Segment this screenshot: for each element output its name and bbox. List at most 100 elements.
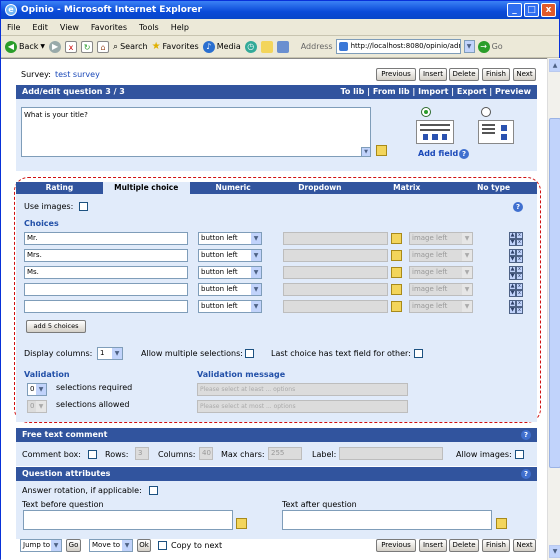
maximize-button[interactable]: □ <box>524 3 539 17</box>
choice-image-input[interactable] <box>283 283 388 296</box>
survey-name-link[interactable]: test survey <box>55 70 100 79</box>
forward-arrow-icon[interactable]: ▶ <box>49 40 62 53</box>
last-choice-text-checkbox[interactable] <box>414 349 423 358</box>
jump-go-button[interactable]: Go <box>66 539 81 552</box>
allow-images-checkbox[interactable] <box>515 450 524 459</box>
stop-icon[interactable]: x <box>65 40 78 53</box>
address-dropdown[interactable]: ▼ <box>463 40 475 53</box>
text-after-input[interactable] <box>282 510 492 530</box>
menu-favorites[interactable]: Favorites <box>91 23 127 32</box>
tab-numeric[interactable]: Numeric <box>190 182 277 194</box>
choice-image-input[interactable] <box>283 232 388 245</box>
folder-icon[interactable] <box>260 40 273 53</box>
next-button[interactable]: Next <box>513 68 536 81</box>
back-button[interactable]: ◀ Back ▼ <box>5 40 45 53</box>
max-chars-input[interactable]: 255 <box>268 447 302 460</box>
choice-image-picker-icon[interactable] <box>391 250 402 261</box>
search-button[interactable]: ⌕ Search <box>113 42 148 52</box>
close-button[interactable]: x <box>541 3 556 17</box>
selections-allowed-select[interactable]: 0 ▼ <box>27 400 47 413</box>
choice-move-controls[interactable]: ▲ x ▼ x <box>509 266 524 280</box>
question-attributes-help-icon[interactable]: ? <box>521 469 531 479</box>
choice-image-picker-icon[interactable] <box>391 267 402 278</box>
finish-button-bottom[interactable]: Finish <box>482 539 510 552</box>
minimize-button[interactable]: _ <box>507 3 522 17</box>
menu-tools[interactable]: Tools <box>139 23 159 32</box>
scroll-up-arrow[interactable]: ▲ <box>549 59 560 72</box>
display-columns-select[interactable]: 1 ▼ <box>97 347 123 360</box>
add-field-link[interactable]: Add field <box>418 149 458 158</box>
choice-image-input[interactable] <box>283 300 388 313</box>
choice-image-input[interactable] <box>283 266 388 279</box>
image-position-select[interactable]: image left ▼ <box>409 266 473 279</box>
comment-box-checkbox[interactable] <box>88 450 97 459</box>
image-picker-icon[interactable] <box>376 145 387 156</box>
layout-radio-vertical[interactable] <box>481 107 491 117</box>
choice-image-picker-icon[interactable] <box>391 301 402 312</box>
button-position-select[interactable]: button left ▼ <box>198 266 262 279</box>
tab-rating[interactable]: Rating <box>16 182 103 194</box>
text-before-image-icon[interactable] <box>236 518 247 529</box>
min-validation-message-input[interactable]: Please select at least ... options <box>197 383 408 396</box>
choice-image-picker-icon[interactable] <box>391 284 402 295</box>
question-text-input[interactable]: What is your title? <box>21 107 371 157</box>
question-header-links[interactable]: To lib | From lib | Import | Export | Pr… <box>340 85 531 99</box>
choice-move-controls[interactable]: ▲ x ▼ x <box>509 249 524 263</box>
image-position-select[interactable]: image left ▼ <box>409 300 473 313</box>
button-position-select[interactable]: button left ▼ <box>198 249 262 262</box>
move-to-select[interactable]: Move to ▼ <box>89 539 133 552</box>
copy-to-next-checkbox[interactable] <box>158 541 167 550</box>
history-icon[interactable]: ◷ <box>244 40 257 53</box>
previous-button[interactable]: Previous <box>376 68 416 81</box>
address-input[interactable]: http://localhost:8080/opinio/adm <box>335 39 461 54</box>
choice-move-controls[interactable]: ▲ x ▼ x <box>509 283 524 297</box>
text-after-image-icon[interactable] <box>496 518 507 529</box>
menu-file[interactable]: File <box>7 23 20 32</box>
choice-input[interactable]: Mr. <box>24 232 188 245</box>
menu-view[interactable]: View <box>60 23 79 32</box>
columns-input[interactable]: 40 <box>199 447 213 460</box>
max-validation-message-input[interactable]: Please select at most ... options <box>197 400 408 413</box>
image-position-select[interactable]: image left ▼ <box>409 283 473 296</box>
media-button[interactable]: ♪ Media <box>202 40 241 53</box>
menu-edit[interactable]: Edit <box>32 23 48 32</box>
tab-no-type[interactable]: No type <box>450 182 537 194</box>
tab-dropdown[interactable]: Dropdown <box>276 182 363 194</box>
finish-button[interactable]: Finish <box>482 68 510 81</box>
tab-multiple-choice[interactable]: Multiple choice <box>102 182 190 194</box>
move-ok-button[interactable]: Ok <box>137 539 151 552</box>
text-before-input[interactable] <box>23 510 233 530</box>
jump-to-select[interactable]: Jump to ▼ <box>20 539 62 552</box>
go-button[interactable]: → Go <box>477 40 503 53</box>
add-choices-button[interactable]: add 5 choices <box>26 320 86 333</box>
rows-input[interactable]: 3 <box>135 447 149 460</box>
choice-input[interactable] <box>24 300 188 313</box>
choice-image-input[interactable] <box>283 249 388 262</box>
home-icon[interactable]: ⌂ <box>97 40 110 53</box>
button-position-select[interactable]: button left ▼ <box>198 300 262 313</box>
scroll-down-arrow[interactable]: ▼ <box>549 545 560 558</box>
mail-icon[interactable] <box>276 40 289 53</box>
image-position-select[interactable]: image left ▼ <box>409 232 473 245</box>
delete-button-bottom[interactable]: Delete <box>449 539 479 552</box>
add-field-help-icon[interactable]: ? <box>459 149 469 159</box>
free-text-help-icon[interactable]: ? <box>521 430 531 440</box>
scroll-thumb[interactable] <box>549 118 560 468</box>
insert-button-bottom[interactable]: Insert <box>419 539 447 552</box>
insert-button[interactable]: Insert <box>419 68 447 81</box>
choice-input[interactable]: Mrs. <box>24 249 188 262</box>
label-input[interactable] <box>339 447 443 460</box>
favorites-button[interactable]: ★ Favorites <box>152 41 199 52</box>
delete-button[interactable]: Delete <box>449 68 479 81</box>
image-position-select[interactable]: image left ▼ <box>409 249 473 262</box>
choice-input[interactable] <box>24 283 188 296</box>
button-position-select[interactable]: button left ▼ <box>198 232 262 245</box>
next-button-bottom[interactable]: Next <box>513 539 536 552</box>
tab-matrix[interactable]: Matrix <box>363 182 450 194</box>
choices-help-icon[interactable]: ? <box>513 202 523 212</box>
choice-move-controls[interactable]: ▲ x ▼ x <box>509 232 524 246</box>
vertical-scrollbar[interactable]: ▲ ▼ <box>547 58 560 560</box>
choice-move-controls[interactable]: ▲ x ▼ x <box>509 300 524 314</box>
selections-required-select[interactable]: 0 ▼ <box>27 383 47 396</box>
button-position-select[interactable]: button left ▼ <box>198 283 262 296</box>
